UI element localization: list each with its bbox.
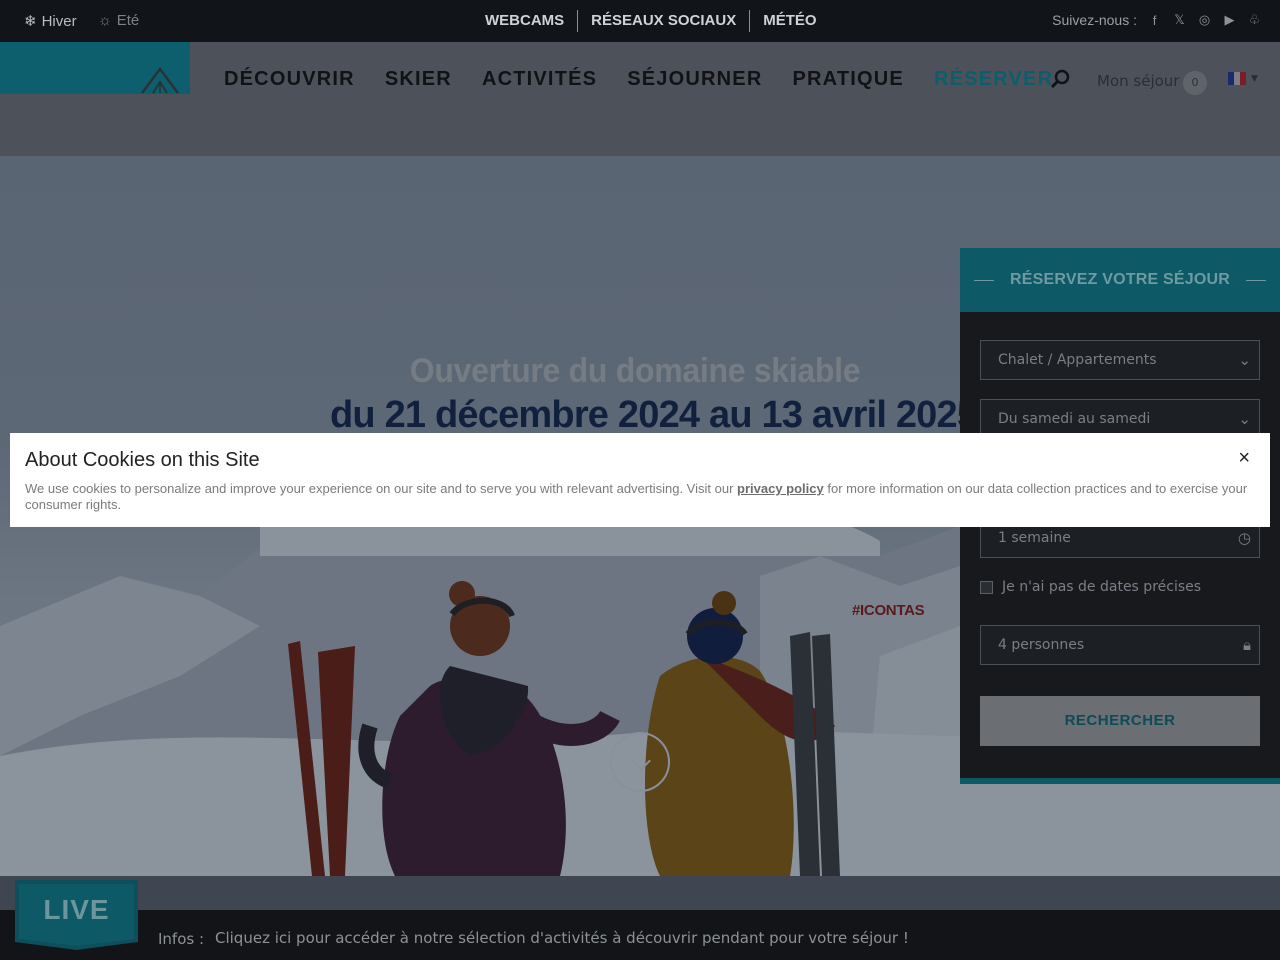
mountain-logo-icon [141,66,179,94]
main-nav: DÉCOUVRIR SKIER ACTIVITÉS SÉJOURNER PRAT… [224,68,1053,91]
cookie-text: We use cookies to personalize and improv… [25,481,1260,513]
mon-sejour-link[interactable]: Mon séjour [1097,72,1179,90]
infos-label: Infos : [158,930,205,948]
checkbox-box[interactable] [980,580,993,594]
cookie-text-before: We use cookies to personalize and improv… [25,481,738,496]
cookie-banner: About Cookies on this Site × We use cook… [10,433,1270,527]
season-winter-toggle[interactable]: ❄ Hiver [24,12,77,31]
toplink-social[interactable]: RÉSEAUX SOCIAUX [577,10,749,32]
infos-link[interactable]: Cliquez ici pour accéder à notre sélecti… [215,929,909,947]
booking-header: RÉSERVEZ VOTRE SÉJOUR [960,248,1280,312]
hero-title-line2: du 21 décembre 2024 au 13 avril 2025 [330,394,978,436]
snapchat-icon[interactable]: ♧ [1247,12,1262,28]
french-flag-icon[interactable] [1228,72,1246,85]
hero-title-line1: Ouverture du domaine skiable [409,350,861,390]
no-dates-checkbox[interactable]: Je n'ai pas de dates précises [980,579,1201,595]
scroll-down-button[interactable] [610,732,670,792]
people-field[interactable]: 4 personnes 🔒︎ [980,625,1260,665]
booking-title: RÉSERVEZ VOTRE SÉJOUR [1010,271,1230,288]
facebook-icon[interactable]: f [1147,13,1162,28]
nav-reserver[interactable]: RÉSERVER [934,68,1053,91]
season-winter-label: Hiver [41,12,77,30]
duration-value: 1 semaine [998,530,1071,546]
info-bar: Infos : Cliquez ici pour accéder à notre… [0,910,1280,960]
accommodation-type-value: Chalet / Appartements [998,352,1157,368]
no-dates-label: Je n'ai pas de dates précises [1002,579,1202,595]
booking-header-dash [974,279,995,281]
toplink-weather[interactable]: MÉTÉO [749,10,829,32]
nav-decouvrir[interactable]: DÉCOUVRIR [224,68,355,91]
nav-activites[interactable]: ACTIVITÉS [482,68,597,91]
snowflake-icon: ❄ [24,13,37,30]
booking-header-dash [1245,279,1266,281]
follow-us: Suivez-nous : f 𝕏 ◎ ▶ ♧ [1052,12,1262,28]
accommodation-type-select[interactable]: Chalet / Appartements ⌄ [980,340,1260,380]
nav-skier[interactable]: SKIER [385,68,452,91]
search-button[interactable]: RECHERCHER [980,696,1260,746]
hero-hashtag: #ICONTAS [852,602,925,619]
nav-sejourner[interactable]: SÉJOURNER [627,68,762,91]
cookie-title: About Cookies on this Site [25,449,260,471]
people-value: 4 personnes [998,637,1085,653]
period-value: Du samedi au samedi [998,411,1151,427]
main-header: DÉCOUVRIR SKIER ACTIVITÉS SÉJOURNER PRAT… [0,42,1280,156]
season-summer-label: Eté [116,12,140,29]
nav-pratique[interactable]: PRATIQUE [792,68,903,91]
live-label: LIVE [43,894,110,925]
season-summer-toggle[interactable]: ☼ Eté [98,12,139,29]
privacy-policy-link[interactable]: privacy policy [737,481,824,496]
toplink-webcams[interactable]: WEBCAMS [472,10,577,32]
booking-footer-strip [960,778,1280,784]
live-badge[interactable]: LIVE [15,880,138,950]
sejour-count-badge: 0 [1183,71,1207,95]
top-utility-bar: ❄ Hiver ☼ Eté WEBCAMS RÉSEAUX SOCIAUX MÉ… [0,0,1280,42]
site-logo[interactable] [0,42,190,94]
youtube-icon[interactable]: ▶ [1222,12,1237,28]
x-icon[interactable]: 𝕏 [1172,12,1187,28]
search-icon[interactable] [1050,68,1072,90]
lock-icon: 🔒︎ [1243,636,1251,654]
follow-label: Suivez-nous : [1052,12,1137,28]
cookie-close-button[interactable]: × [1238,447,1250,470]
chevron-down-icon: ⌄ [1238,351,1251,369]
language-caret-icon[interactable]: ▼ [1251,74,1258,84]
sun-icon: ☼ [98,12,112,29]
instagram-icon[interactable]: ◎ [1197,12,1212,28]
top-links: WEBCAMS RÉSEAUX SOCIAUX MÉTÉO [472,10,830,32]
